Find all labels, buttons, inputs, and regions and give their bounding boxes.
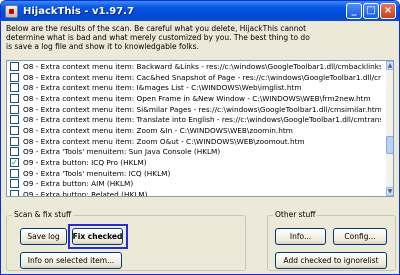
row-text: O8 - Extra context menu item: Cac&hed Sn… [23,72,381,82]
app-icon [5,4,18,18]
title-bar[interactable]: HijackThis - v1.97.7 _ □ × [1,1,399,21]
row-checkbox[interactable] [10,72,19,82]
result-row[interactable]: O8 - Extra context menu item: Backward &… [7,61,381,72]
result-row[interactable]: O9 - Extra 'Tools' menuitem: Sun Java Co… [7,147,381,158]
close-button[interactable]: × [380,3,396,19]
row-text: O9 - Extra button: AIM (HKLM) [23,179,134,189]
row-checkbox[interactable]: ✓ [10,158,19,168]
row-checkbox[interactable] [10,115,19,125]
scroll-thumb[interactable] [386,136,393,154]
row-checkbox[interactable] [10,147,19,157]
scan-fix-group-label: Scan & fix stuff [12,210,74,219]
row-checkbox[interactable] [10,104,19,114]
result-row[interactable]: ✓ O9 - Extra button: ICQ Pro (HKLM) [7,157,381,168]
minimize-icon: _ [351,5,357,16]
info-selected-item-button[interactable]: Info on selected item... [20,252,122,269]
result-row[interactable]: O8 - Extra context menu item: Open Frame… [7,93,381,104]
config-button[interactable]: Config... [333,228,387,245]
row-text: O8 - Extra context menu item: Si&milar P… [23,104,381,114]
row-text: O9 - Extra 'Tools' menuitem: ICQ (HKLM) [23,168,171,178]
result-row[interactable]: O8 - Extra context menu item: Zoom O&ut … [7,136,381,147]
hijackthis-window: HijackThis - v1.97.7 _ □ × Below are the… [0,0,400,275]
row-checkbox[interactable] [10,179,19,189]
vertical-scrollbar[interactable]: ▲ ▼ [386,61,393,196]
result-row[interactable]: O9 - Extra button: AIM (HKLM) [7,179,381,190]
row-text: O8 - Extra context menu item: Open Frame… [23,93,371,103]
row-checkbox[interactable] [10,93,19,103]
row-checkbox[interactable] [10,83,19,93]
add-to-ignorelist-button[interactable]: Add checked to ignorelist [275,252,387,269]
arrow-up-icon: ▲ [387,62,393,69]
result-row[interactable]: O8 - Extra context menu item: Translate … [7,114,381,125]
results-rows: O8 - Extra context menu item: Backward &… [7,61,381,197]
scroll-down-button[interactable]: ▼ [386,187,393,196]
row-checkbox[interactable] [10,190,19,196]
maximize-icon: □ [366,5,376,16]
row-text: O9 - Extra button: Related (HKLM) [23,190,148,197]
maximize-button[interactable]: □ [363,3,379,19]
result-row[interactable]: O8 - Extra context menu item: I&mages Li… [7,82,381,93]
other-stuff-group-label: Other stuff [273,210,318,219]
arrow-down-icon: ▼ [387,188,393,195]
row-checkbox[interactable] [10,168,19,178]
scroll-up-button[interactable]: ▲ [386,61,393,70]
result-row[interactable]: O9 - Extra button: Related (HKLM) [7,189,381,197]
row-checkbox[interactable] [10,61,19,71]
window-title: HijackThis - v1.97.7 [23,5,134,17]
result-row[interactable]: O9 - Extra 'Tools' menuitem: ICQ (HKLM) [7,168,381,179]
scan-results-list[interactable]: O8 - Extra context menu item: Backward &… [6,60,394,197]
row-checkbox[interactable] [10,136,19,146]
row-text: O8 - Extra context menu item: Translate … [23,115,381,125]
row-text: O9 - Extra button: ICQ Pro (HKLM) [23,158,147,168]
result-row[interactable]: O8 - Extra context menu item: Si&milar P… [7,104,381,115]
info-button[interactable]: Info... [275,228,326,245]
row-checkbox[interactable] [10,125,19,135]
result-row[interactable]: O8 - Extra context menu item: Zoom &In -… [7,125,381,136]
result-row[interactable]: O8 - Extra context menu item: Cac&hed Sn… [7,72,381,83]
row-text: O8 - Extra context menu item: Zoom O&ut … [23,136,305,146]
fix-checked-button[interactable]: Fix checked [72,228,123,245]
row-text: O8 - Extra context menu item: Backward &… [23,61,381,71]
intro-text: Below are the results of the scan. Be ca… [6,24,310,51]
close-icon: × [383,5,393,16]
row-text: O8 - Extra context menu item: I&mages Li… [23,83,302,93]
save-log-button[interactable]: Save log [20,228,67,245]
minimize-button[interactable]: _ [346,3,362,19]
row-text: O9 - Extra 'Tools' menuitem: Sun Java Co… [23,147,221,157]
row-text: O8 - Extra context menu item: Zoom &In -… [23,125,293,135]
